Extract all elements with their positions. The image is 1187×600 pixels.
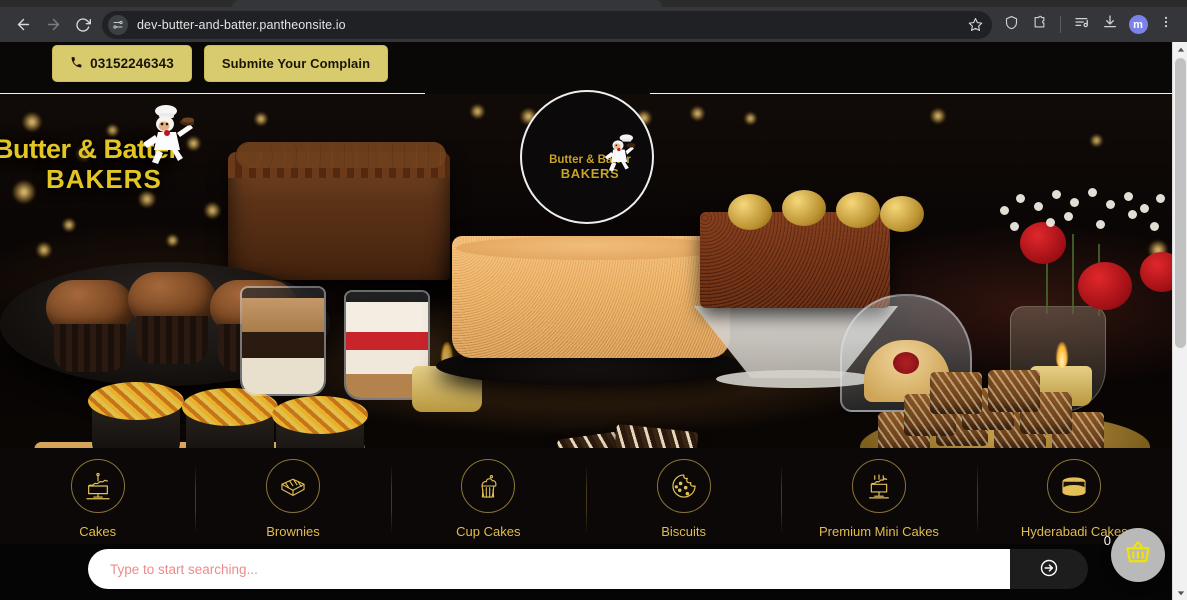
category-label: Brownies (266, 524, 320, 539)
truffle-photo (836, 192, 880, 228)
truffle-photo (782, 190, 826, 226)
profile-button[interactable]: m (1125, 11, 1151, 39)
caramel-cake-photo (452, 236, 730, 358)
search-input[interactable] (88, 549, 1010, 589)
category-item-cup-cakes[interactable]: Cup Cakes (390, 448, 586, 544)
back-button[interactable] (8, 10, 38, 40)
toolbar-icons: m (998, 11, 1179, 39)
shopping-basket-icon (1124, 539, 1152, 572)
dessert-cup-photo (240, 286, 326, 396)
scrollbar-thumb[interactable] (1175, 58, 1186, 348)
hyderabadi-cake-icon (1047, 459, 1102, 513)
red-rose-photo (1078, 262, 1132, 310)
candle-flame-photo (1056, 342, 1068, 368)
active-tab[interactable] (232, 0, 662, 7)
reload-button[interactable] (68, 10, 98, 40)
search-bar (88, 549, 1088, 589)
cake-stand-icon (70, 459, 125, 513)
category-nav: Cakes Brownies Cup Cakes Biscuits Premiu… (0, 448, 1172, 544)
red-rose-photo (1020, 222, 1066, 264)
snack-photo (272, 396, 368, 434)
page-scrollbar[interactable] (1172, 42, 1187, 600)
downloads-button[interactable] (1097, 11, 1123, 39)
complaint-label: Submite Your Complain (221, 56, 371, 71)
category-item-cakes[interactable]: Cakes (0, 448, 195, 544)
toolbar-divider (1060, 16, 1061, 33)
category-item-biscuits[interactable]: Biscuits (585, 448, 781, 544)
category-item-premium-mini-cakes[interactable]: Premium Mini Cakes (781, 448, 976, 544)
tab-strip (0, 0, 1187, 7)
scroll-down-icon (1177, 584, 1185, 600)
download-icon (1102, 14, 1118, 35)
website-content: 03152246343 Submite Your Complain Butter… (0, 42, 1172, 600)
shield-button[interactable] (998, 11, 1024, 39)
category-item-brownies[interactable]: Brownies (195, 448, 390, 544)
category-label: Biscuits (661, 524, 707, 539)
category-label: Hyderabadi Cakes (1020, 524, 1128, 539)
chocolate-cake-photo (228, 152, 450, 280)
avatar: m (1128, 15, 1148, 34)
search-section (0, 544, 1172, 600)
reload-icon (75, 17, 91, 33)
back-arrow-icon (15, 16, 32, 33)
site-header: 03152246343 Submite Your Complain Butter… (0, 42, 1172, 224)
hero-title-line-2: BAKERS (46, 164, 162, 194)
arrow-right-circle-icon (1039, 558, 1059, 581)
cart-count: 0 (1103, 533, 1111, 548)
jam-dot-photo (893, 352, 919, 374)
phone-icon (70, 56, 83, 72)
browser-menu-button[interactable] (1153, 11, 1179, 39)
mini-cake-icon (851, 459, 906, 513)
truffle-photo (880, 196, 924, 232)
snack-photo (88, 382, 184, 420)
shield-icon (1004, 15, 1019, 35)
category-label: Cakes (79, 524, 117, 539)
url-text: dev-butter-and-batter.pantheonsite.io (137, 17, 346, 32)
extensions-button[interactable] (1026, 11, 1052, 39)
scroll-up-button[interactable] (1173, 42, 1187, 57)
scroll-down-button[interactable] (1173, 585, 1187, 600)
reading-list-icon (1074, 14, 1090, 35)
cart-button[interactable] (1111, 528, 1165, 582)
address-bar[interactable]: dev-butter-and-batter.pantheonsite.io (102, 10, 992, 39)
search-submit-button[interactable] (1010, 549, 1088, 589)
submit-complaint-button[interactable]: Submite Your Complain (204, 45, 388, 82)
chef-mascot-icon (143, 105, 194, 164)
brownie-icon (265, 459, 320, 513)
scroll-up-icon (1177, 41, 1185, 59)
site-logo[interactable]: Butter & Batter BAKERS (520, 90, 654, 224)
three-dot-menu-icon (1159, 15, 1173, 34)
star-icon[interactable] (964, 14, 986, 36)
browser-window: dev-butter-and-batter.pantheonsite.io m … (0, 0, 1187, 600)
site-settings-icon[interactable] (108, 14, 128, 35)
forward-button[interactable] (38, 10, 68, 40)
phone-label: 03152246343 (90, 56, 174, 71)
reading-list-button[interactable] (1069, 11, 1095, 39)
category-label: Cup Cakes (456, 524, 521, 539)
browser-toolbar: dev-butter-and-batter.pantheonsite.io m (0, 7, 1187, 42)
category-label: Premium Mini Cakes (819, 524, 939, 539)
chocolate-balls-photo (236, 142, 446, 168)
cupcake-icon (461, 459, 516, 513)
forward-arrow-icon (45, 16, 62, 33)
truffle-photo (728, 194, 772, 230)
cookie-icon (656, 459, 711, 513)
extensions-puzzle-icon (1032, 15, 1047, 35)
page-viewport: 03152246343 Submite Your Complain Butter… (0, 42, 1187, 600)
phone-button[interactable]: 03152246343 (52, 45, 192, 82)
chef-mascot-icon (604, 134, 635, 172)
